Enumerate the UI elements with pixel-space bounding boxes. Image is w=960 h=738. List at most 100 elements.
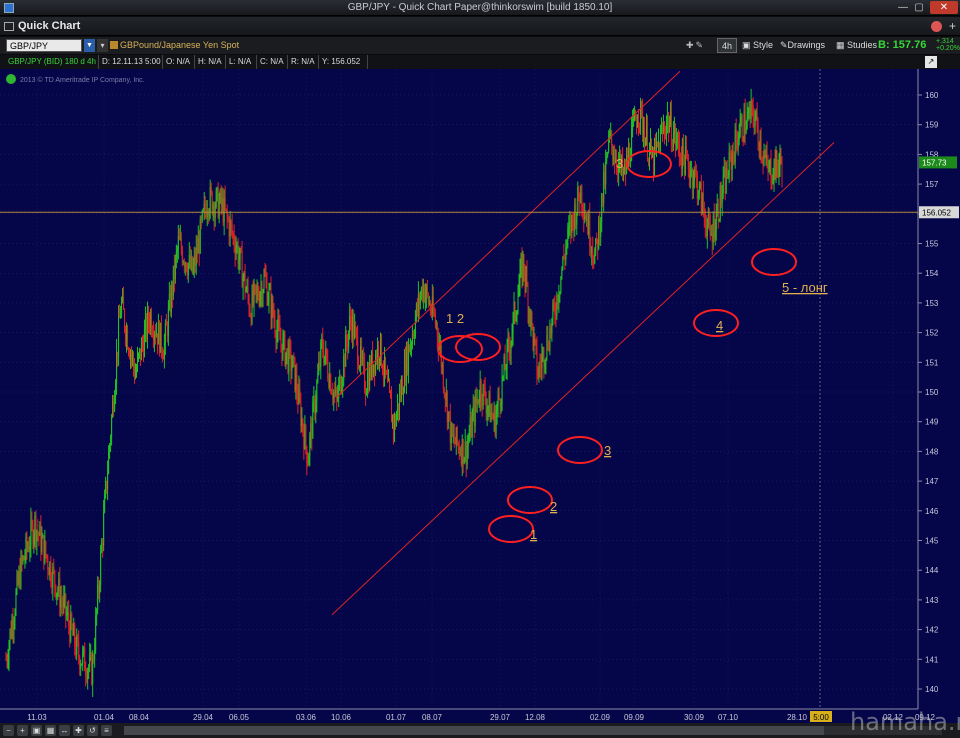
scrollbar-thumb[interactable] [124,726,824,735]
candle-body [269,288,271,290]
symbol-dropdown-button[interactable]: ▼ [84,39,95,52]
candle-body [386,372,388,375]
candle-body [720,185,722,204]
candle-body [58,579,60,592]
candle-body [705,228,707,237]
candle-body [512,313,514,334]
candle-body [436,323,438,336]
candle-body [23,556,25,561]
candle-body [662,126,664,132]
symbol-link-icon[interactable]: ▾ [97,39,108,52]
candle-body [448,411,450,413]
candle-body [95,616,97,651]
candle-body [25,536,27,558]
candle-body [605,161,607,185]
candle-body [60,598,62,608]
candle-body [554,306,556,316]
candle-body [19,570,21,587]
candle-body [552,303,554,319]
candle-body [746,114,748,129]
candle-body [556,294,558,316]
candle-body [231,224,233,234]
candle-body [451,424,453,436]
period-selector[interactable]: 4h [717,38,737,53]
candle-body [670,111,672,146]
candle-body [207,210,209,216]
candle-body [35,515,37,543]
zoom-out-icon[interactable]: − [3,725,14,736]
candle-body [735,129,737,141]
zoom-icon[interactable]: ↗ [925,56,937,68]
info-low: L: N/A [225,55,256,69]
add-icon[interactable]: + [949,19,956,33]
candle-body [352,316,354,338]
candle-body [774,161,776,178]
candle-body [406,346,408,372]
candle-body [439,345,441,347]
candle-body [122,296,124,302]
candle-body [249,311,251,316]
candle-body [513,302,515,314]
candle-body [435,323,437,325]
candle-body [718,219,720,221]
drawings-button[interactable]: ✎Drawings [780,38,825,53]
candle-body [573,218,575,231]
close-button[interactable]: ✕ [930,1,958,14]
candle-body [412,334,414,337]
candle-body [100,551,102,586]
candle-body [333,391,335,399]
time-tick-label: 07.10 [718,713,739,722]
candle-body [667,114,669,132]
candle-body [24,557,26,561]
candle-body [274,320,276,334]
candle-body [312,402,314,439]
style-button[interactable]: ▣ Style [742,38,773,53]
zoom-in-icon[interactable]: + [17,725,28,736]
candle-body [721,193,723,204]
wave-label: 3 [604,443,611,458]
candle-body [106,481,108,490]
candle-body [143,329,145,357]
candle-body [36,530,38,543]
candle-body [183,261,185,267]
candle-body [215,190,217,207]
cursor-tools-icon[interactable]: ✚✎ [686,38,716,53]
snap-icon[interactable]: ↺ [87,725,98,736]
studies-button[interactable]: ▦ Studies [836,38,877,53]
grid-icon[interactable]: ▦ [45,725,56,736]
maximize-button[interactable]: ▢ [912,1,926,14]
candle-body [557,294,559,304]
candle-body [511,333,513,342]
candle-body [310,423,312,436]
candle-body [405,346,407,382]
price-tick-label: 159 [925,121,939,130]
symbol-input[interactable]: GBP/JPY [6,39,82,52]
candle-body [596,237,598,240]
time-tick-label: 06.05 [229,713,250,722]
candle-body [332,394,334,399]
expand-icon[interactable]: ≡ [101,725,112,736]
candle-body [6,659,8,662]
candle-body [580,185,582,204]
crosshair-icon[interactable]: ✚ [73,725,84,736]
candle-body [388,380,390,382]
candle-body [256,289,258,292]
candle-body [290,347,292,372]
candle-body [644,129,646,147]
candle-body [416,303,418,312]
candle-body [625,164,627,174]
time-tick-label: 02.09 [590,713,611,722]
candle-body [492,415,494,420]
minimize-button[interactable]: — [896,1,910,14]
candle-body [210,187,212,193]
chart-window-icon [4,22,14,31]
cursor-icon[interactable]: ↔ [59,725,70,736]
candle-body [777,165,779,174]
price-chart[interactable]: 1 2334215 - лонг 16015915815715615515415… [0,69,960,723]
candle-body [173,265,175,280]
candle-body [81,663,83,666]
candle-body [654,142,656,148]
info-icon[interactable] [6,74,16,84]
fit-icon[interactable]: ▣ [31,725,42,736]
settings-icon[interactable] [931,21,942,32]
